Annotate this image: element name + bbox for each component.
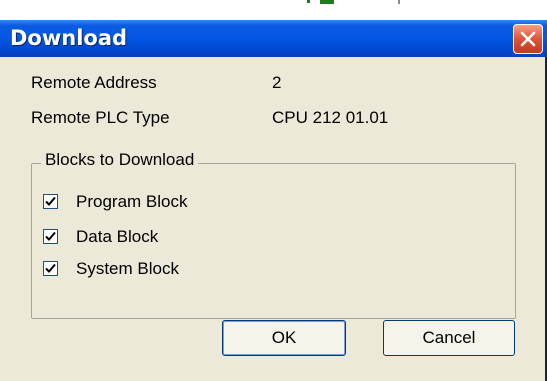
remote-plc-type-label: Remote PLC Type (31, 108, 170, 127)
background-mark (398, 0, 400, 4)
data-block-checkbox[interactable] (43, 229, 58, 244)
blocks-to-download-legend: Blocks to Download (41, 150, 199, 170)
background-mark (320, 0, 334, 4)
close-icon (520, 31, 536, 47)
cancel-button[interactable]: Cancel (383, 320, 515, 356)
ok-button[interactable]: OK (222, 320, 346, 356)
remote-address-value: 2 (272, 73, 282, 92)
download-dialog: Download Remote Address 2 Remote PLC Typ… (0, 20, 547, 381)
background-mark (307, 0, 310, 3)
checkmark-icon (45, 231, 56, 241)
close-button[interactable] (513, 24, 543, 54)
program-block-checkbox[interactable] (43, 194, 58, 209)
remote-address-label: Remote Address (31, 73, 157, 92)
checkmark-icon (45, 196, 56, 206)
system-block-label: System Block (76, 259, 179, 278)
dialog-title: Download (10, 26, 128, 50)
data-block-label: Data Block (76, 227, 159, 246)
program-block-label: Program Block (76, 192, 188, 211)
remote-plc-type-value: CPU 212 01.01 (272, 108, 389, 127)
checkmark-icon (45, 263, 56, 273)
background-window-strip (0, 0, 547, 20)
title-bar[interactable]: Download (0, 20, 547, 57)
system-block-checkbox[interactable] (43, 261, 58, 276)
